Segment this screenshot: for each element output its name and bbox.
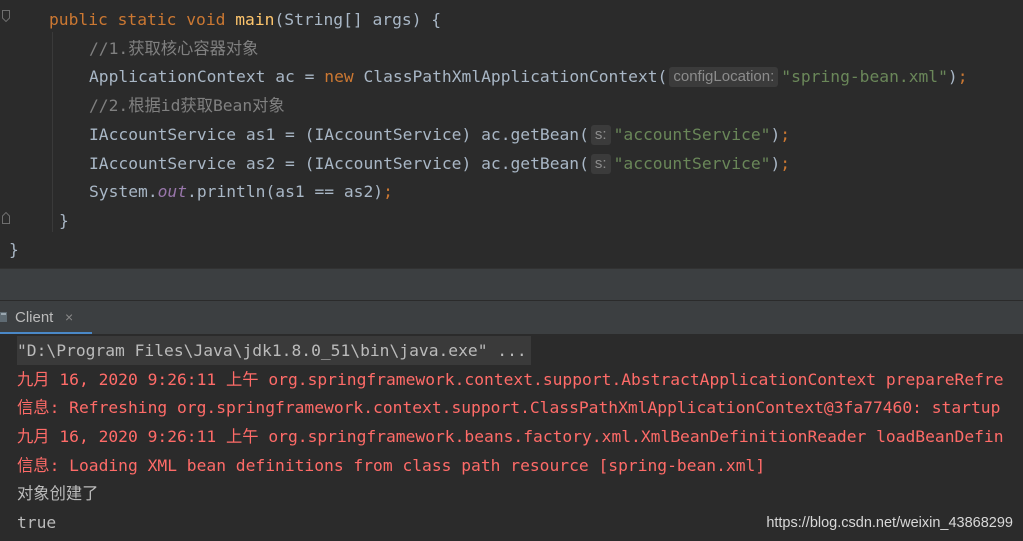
code-text: ClassPathXmlApplicationContext( (353, 67, 668, 86)
close-icon[interactable]: × (65, 301, 73, 334)
code-line-main-signature: public static void main(String[] args) { (49, 5, 441, 34)
code-line-application-context: ApplicationContext ac = new ClassPathXml… (89, 62, 968, 91)
console-log-line: 九月 16, 2020 9:26:11 上午 org.springframewo… (17, 427, 1004, 446)
code-text: ) (770, 154, 781, 173)
console-command-line[interactable]: "D:\Program Files\Java\jdk1.8.0_51\bin\j… (17, 336, 531, 365)
indent-guide (52, 32, 53, 232)
keyword: public static void (49, 10, 236, 29)
code-line-as1: IAccountService as1 = (IAccountService) … (89, 120, 790, 149)
semicolon: ; (957, 67, 968, 86)
string-literal: "accountService" (613, 125, 771, 144)
closing-brace: } (59, 211, 69, 230)
code-line-println: System.out.println(as1 == as2); (89, 177, 393, 206)
parameter-hint: configLocation: (669, 67, 779, 87)
code-text: (String[] args) { (274, 10, 442, 29)
code-editor[interactable]: public static void main(String[] args) {… (0, 0, 1023, 268)
semicolon: ; (780, 125, 791, 144)
semicolon: ; (780, 154, 791, 173)
console-log-line: 信息: Refreshing org.springframework.conte… (17, 398, 1001, 417)
console-log-line: 信息: Loading XML bean definitions from cl… (17, 456, 766, 475)
run-config-icon (0, 312, 7, 322)
tab-client[interactable]: Client × (0, 301, 92, 335)
code-text: ApplicationContext ac = (89, 67, 325, 86)
closing-brace: } (9, 240, 19, 259)
code-line-as2: IAccountService as2 = (IAccountService) … (89, 149, 790, 178)
fold-marker-icon[interactable] (2, 212, 10, 224)
keyword: new (324, 67, 354, 86)
code-text: ) (770, 125, 781, 144)
panel-separator[interactable] (0, 268, 1023, 301)
parameter-hint: s: (590, 125, 611, 145)
code-text: ) (947, 67, 958, 86)
method-name: main (235, 10, 275, 29)
static-field: out (157, 182, 188, 201)
code-text: IAccountService as1 = (IAccountService) … (89, 125, 589, 144)
console-log-line: 九月 16, 2020 9:26:11 上午 org.springframewo… (17, 370, 1004, 389)
run-tab-bar: Client × (0, 300, 1023, 335)
code-text: .println(as1 == as2) (187, 182, 384, 201)
console-output-line: true (17, 513, 57, 532)
console-output[interactable]: "D:\Program Files\Java\jdk1.8.0_51\bin\j… (0, 334, 1023, 541)
code-comment: //1.获取核心容器对象 (89, 39, 259, 58)
fold-marker-icon[interactable] (2, 10, 10, 22)
code-text: IAccountService as2 = (IAccountService) … (89, 154, 589, 173)
code-text: System. (89, 182, 158, 201)
parameter-hint: s: (590, 154, 611, 174)
tab-label: Client (15, 309, 54, 326)
watermark: https://blog.csdn.net/weixin_43868299 (766, 515, 1013, 531)
semicolon: ; (383, 182, 393, 201)
string-literal: "accountService" (613, 154, 771, 173)
code-comment: //2.根据id获取Bean对象 (89, 96, 285, 115)
console-output-line: 对象创建了 (17, 484, 99, 503)
string-literal: "spring-bean.xml" (781, 67, 948, 86)
